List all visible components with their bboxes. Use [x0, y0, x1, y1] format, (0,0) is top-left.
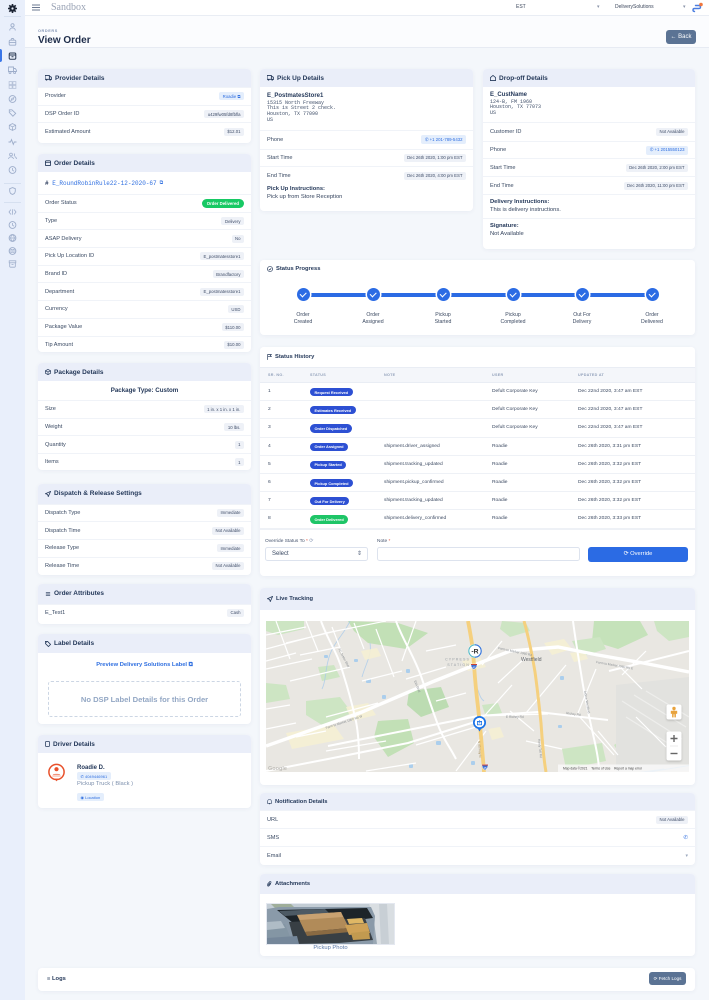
svg-text:Westfield: Westfield — [521, 657, 542, 663]
svg-text:STATION: STATION — [447, 663, 470, 667]
svg-text:45: 45 — [472, 665, 476, 669]
svg-text:45: 45 — [483, 766, 487, 770]
svg-text:E Richey Rd: E Richey Rd — [506, 715, 524, 719]
svg-text:CYPRESS: CYPRESS — [445, 658, 470, 662]
svg-text:Map data ©2021 Terms of Use: Map data ©2021 Terms of Use Report a map… — [563, 767, 643, 771]
svg-text:Google: Google — [268, 766, 287, 772]
svg-text:-R: -R — [471, 648, 478, 655]
